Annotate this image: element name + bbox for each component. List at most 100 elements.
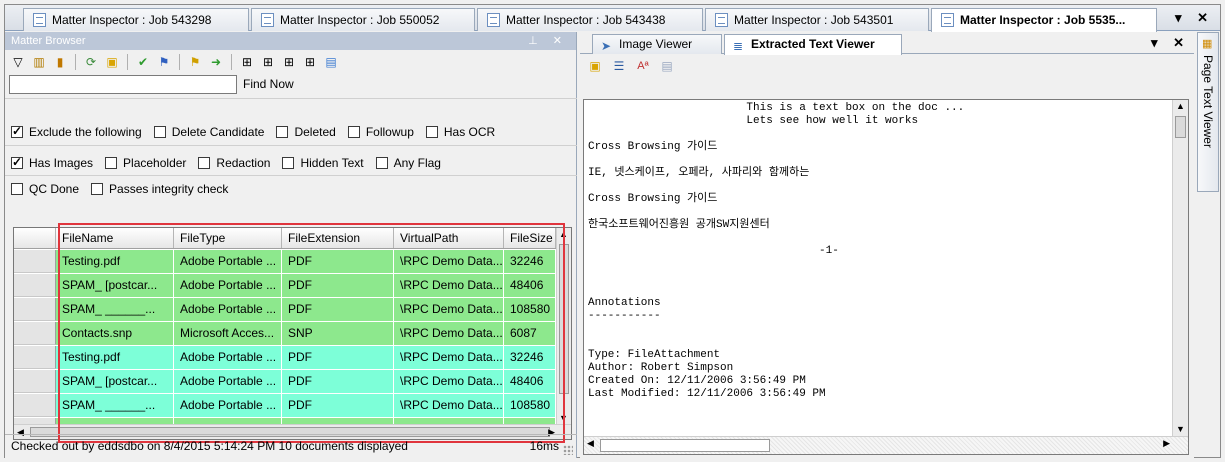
next-arrow-icon[interactable]: ➜: [207, 53, 225, 71]
table-cell[interactable]: \RPC Demo Data...: [394, 370, 504, 393]
delete-candidate-checkbox[interactable]: [153, 126, 166, 138]
table-cell[interactable]: \RPC Demo Data...: [394, 274, 504, 297]
tab-job-543438[interactable]: Matter Inspector : Job 543438: [477, 8, 703, 31]
table-cell[interactable]: Testing.pdf: [56, 250, 174, 273]
table-row[interactable]: SPAM_ [postcar... Adobe Portable ... PDF \R…: [14, 370, 556, 393]
deleted-checkbox[interactable]: [276, 126, 289, 138]
text-horizontal-scrollbar[interactable]: ◀ ▶: [584, 436, 1188, 454]
table-cell[interactable]: SPAM_ ______...: [56, 394, 174, 417]
table-cell[interactable]: \RPC Demo Data...: [394, 250, 504, 273]
find-input[interactable]: [9, 75, 237, 94]
binoculars-icon[interactable]: ⊞: [238, 53, 256, 71]
tab-job-543501[interactable]: Matter Inspector : Job 543501: [705, 8, 929, 31]
table-cell[interactable]: 108580: [504, 298, 556, 321]
scroll-down-icon[interactable]: ▼: [559, 413, 568, 423]
table-cell[interactable]: 6087: [504, 322, 556, 345]
grid-vertical-scrollbar[interactable]: ▲ ▼: [556, 228, 571, 425]
hidden-text-checkbox[interactable]: [282, 157, 295, 169]
table-row[interactable]: SPAM_ ______... Adobe Portable ... PDF \RPC…: [14, 298, 556, 321]
table-cell[interactable]: Contacts.snp: [56, 322, 174, 345]
table-cell[interactable]: SPAM_ [postcar...: [56, 370, 174, 393]
column-header-filename[interactable]: FileName: [56, 228, 174, 248]
table-cell[interactable]: PDF: [282, 394, 394, 417]
any-flag-checkbox[interactable]: [375, 157, 388, 169]
table-cell[interactable]: Adobe Portable ...: [174, 274, 282, 297]
table-cell[interactable]: SPAM_ [postcar...: [56, 274, 174, 297]
row-header[interactable]: [14, 370, 56, 393]
column-header-virtualpath[interactable]: VirtualPath: [394, 228, 504, 248]
tab-extracted-text-viewer[interactable]: ≣ Extracted Text Viewer: [724, 34, 902, 55]
table-row[interactable]: Contacts.snp Microsoft Acces... SNP \RPC De…: [14, 322, 556, 345]
has-images-checkbox[interactable]: [11, 155, 23, 169]
table-cell[interactable]: Adobe Portable ...: [174, 370, 282, 393]
column-header-fileextension[interactable]: FileExtension: [282, 228, 394, 248]
scroll-up-icon[interactable]: ▲: [559, 229, 568, 239]
table-cell[interactable]: PDF: [282, 274, 394, 297]
tab-strip-controls[interactable]: ▾ ✕: [1175, 10, 1214, 26]
exclude-checkbox[interactable]: [11, 124, 23, 138]
resize-grip-icon[interactable]: [563, 445, 573, 455]
row-header[interactable]: [14, 346, 56, 369]
has-ocr-checkbox[interactable]: [425, 126, 438, 138]
font-icon[interactable]: Aª: [634, 57, 652, 75]
tab-image-viewer[interactable]: ➤ Image Viewer: [592, 34, 722, 54]
row-header[interactable]: [14, 298, 56, 321]
scroll-left-icon[interactable]: ◀: [587, 438, 594, 449]
table-cell[interactable]: Microsoft Acces...: [174, 322, 282, 345]
table-row[interactable]: Testing.pdf Adobe Portable ... PDF \RPC Dem…: [14, 346, 556, 369]
refresh-icon[interactable]: ⟳: [82, 53, 100, 71]
table-cell[interactable]: SNP: [282, 322, 394, 345]
binoculars-icon[interactable]: ⊞: [301, 53, 319, 71]
scroll-down-icon[interactable]: ▼: [1176, 424, 1185, 434]
scroll-thumb[interactable]: [559, 244, 569, 394]
scroll-thumb[interactable]: [600, 439, 770, 452]
row-header[interactable]: [14, 274, 56, 297]
row-header[interactable]: [14, 250, 56, 273]
table-row[interactable]: Testing.pdf Adobe Portable ... PDF \RPC Dem…: [14, 250, 556, 273]
column-header-filesize[interactable]: FileSize: [504, 228, 556, 248]
row-header[interactable]: [14, 322, 56, 345]
integrity-checkbox[interactable]: [91, 183, 104, 195]
table-cell[interactable]: 108580: [504, 394, 556, 417]
tab-job-550052[interactable]: Matter Inspector : Job 550052: [251, 8, 475, 31]
table-cell[interactable]: 32246: [504, 250, 556, 273]
table-cell[interactable]: PDF: [282, 250, 394, 273]
find-now-button[interactable]: Find Now: [243, 76, 294, 93]
lock-icon[interactable]: ▣: [586, 57, 604, 75]
table-cell[interactable]: \RPC Demo Data...: [394, 394, 504, 417]
bar-chart-icon[interactable]: ▮: [51, 53, 69, 71]
pin-close-controls[interactable]: ⊥ ✕: [528, 32, 568, 50]
table-cell[interactable]: Testing.pdf: [56, 346, 174, 369]
binoculars-icon[interactable]: ⊞: [259, 53, 277, 71]
tab-job-5535-active[interactable]: Matter Inspector : Job 5535...: [931, 8, 1157, 32]
table-cell[interactable]: \RPC Demo Data...: [394, 346, 504, 369]
save-icon[interactable]: ▤: [322, 53, 340, 71]
flag-icon[interactable]: ⚑: [155, 53, 173, 71]
book-icon[interactable]: ▥: [30, 53, 48, 71]
table-cell[interactable]: Adobe Portable ...: [174, 346, 282, 369]
redaction-checkbox[interactable]: [198, 157, 211, 169]
side-tab-page-text-viewer[interactable]: ▦ Page Text Viewer: [1197, 32, 1219, 192]
placeholder-checkbox[interactable]: [105, 157, 118, 169]
flag-yellow-icon[interactable]: ⚑: [186, 53, 204, 71]
table-row[interactable]: SPAM_ [postcar... Adobe Portable ... PDF \R…: [14, 274, 556, 297]
save-icon[interactable]: ▤: [658, 57, 676, 75]
check-circle-icon[interactable]: ✔: [134, 53, 152, 71]
table-cell[interactable]: 48406: [504, 274, 556, 297]
table-row[interactable]: SPAM_ ______... Adobe Portable ... PDF \RPC…: [14, 394, 556, 417]
scroll-thumb[interactable]: [1175, 116, 1186, 138]
scroll-up-icon[interactable]: ▲: [1176, 101, 1185, 111]
table-cell[interactable]: Adobe Portable ...: [174, 250, 282, 273]
table-cell[interactable]: 48406: [504, 370, 556, 393]
text-vertical-scrollbar[interactable]: ▲ ▼: [1172, 100, 1188, 436]
word-wrap-icon[interactable]: ☰: [610, 57, 628, 75]
table-cell[interactable]: PDF: [282, 298, 394, 321]
filter-icon[interactable]: ▽: [9, 53, 27, 71]
table-cell[interactable]: SPAM_ ______...: [56, 298, 174, 321]
table-cell[interactable]: Adobe Portable ...: [174, 394, 282, 417]
binoculars-icon[interactable]: ⊞: [280, 53, 298, 71]
row-header[interactable]: [14, 394, 56, 417]
followup-checkbox[interactable]: [347, 126, 360, 138]
viewer-controls[interactable]: ▾ ✕: [1151, 35, 1190, 51]
table-cell[interactable]: \RPC Demo Data...: [394, 322, 504, 345]
